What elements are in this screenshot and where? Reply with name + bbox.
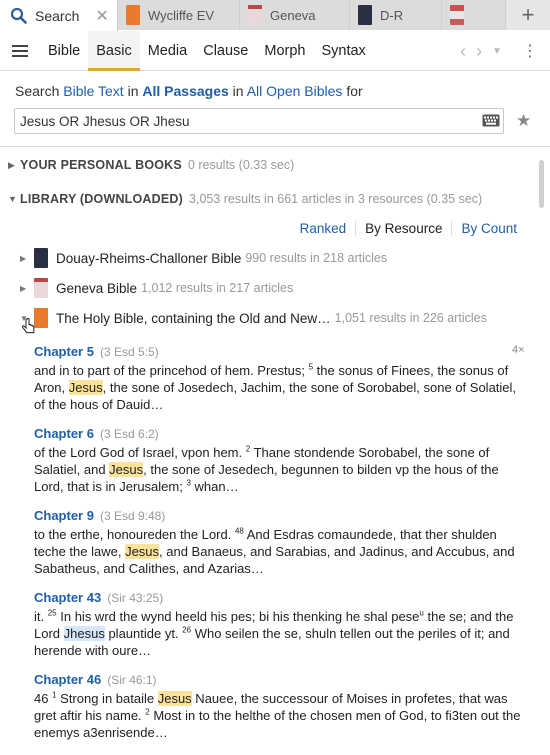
- hit-text: 46 1 Strong in bataile Jesus Nauee, the …: [34, 690, 521, 740]
- chapter-link[interactable]: Chapter 46: [34, 671, 101, 688]
- add-tab-button[interactable]: +: [506, 0, 550, 30]
- section-meta: 3,053 results in 661 articles in 3 resou…: [189, 192, 483, 206]
- tab-wycliffe[interactable]: Wycliffe EV: [118, 0, 240, 30]
- collapsed-triangle-icon: ▶: [8, 159, 15, 170]
- search-books-link[interactable]: All Open Bibles: [247, 83, 343, 99]
- resource-meta: 990 results in 218 articles: [245, 251, 388, 265]
- book-cover-icon: [358, 5, 372, 25]
- more-options-icon[interactable]: ⋮: [522, 41, 538, 61]
- search-scope-line: Search Bible Text in All Passages in All…: [15, 83, 363, 99]
- result-hit[interactable]: Chapter 5 (3 Esd 5:5) and in to part of …: [34, 343, 524, 413]
- tab-bar: Search ✕ Wycliffe EV Geneva D-R +: [0, 0, 550, 31]
- hit-text: and in to part of the princehod of hem. …: [34, 362, 517, 412]
- search-mode-toolbar: Bible Basic Media Clause Morph Syntax ‹ …: [0, 30, 550, 71]
- back-arrow-icon[interactable]: ‹: [460, 41, 466, 62]
- tab-unnamed-book[interactable]: [442, 0, 506, 30]
- divider: [0, 146, 550, 147]
- tab-morph[interactable]: Morph: [256, 31, 313, 71]
- search-input[interactable]: [14, 108, 504, 134]
- resource-row-douay-rheims[interactable]: ▶ Douay-Rheims-Challoner Bible 990 resul…: [20, 248, 387, 268]
- chapter-link[interactable]: Chapter 43: [34, 589, 101, 606]
- search-in-1: in: [127, 83, 139, 99]
- match-highlight: Jhesus: [63, 626, 105, 641]
- match-highlight: Jesus: [125, 544, 160, 559]
- verse-number: 48: [234, 526, 244, 536]
- forward-arrow-icon[interactable]: ›: [476, 41, 482, 62]
- collapsed-triangle-icon: ▶: [20, 253, 27, 263]
- menu-button[interactable]: [0, 31, 40, 71]
- section-personal-books[interactable]: ▶ YOUR PERSONAL BOOKS 0 results (0.33 se…: [8, 158, 294, 172]
- tab-clause[interactable]: Clause: [195, 31, 256, 71]
- sort-by-count-button[interactable]: By Count: [451, 221, 526, 236]
- match-highlight: Jesus: [157, 691, 192, 706]
- tab-search-label: Search: [35, 7, 80, 24]
- search-suffix: for: [346, 83, 363, 99]
- book-cover-icon: [34, 308, 48, 328]
- book-cover-icon: [248, 5, 262, 25]
- search-kind-link[interactable]: Bible Text: [63, 83, 123, 99]
- history-dropdown-icon[interactable]: ▼: [492, 46, 502, 57]
- book-cover-icon: [34, 278, 48, 298]
- hamburger-icon: [12, 44, 28, 57]
- expanded-triangle-icon: ▼: [8, 194, 17, 204]
- keyboard-icon[interactable]: [482, 114, 500, 127]
- chapter-link[interactable]: Chapter 5: [34, 343, 94, 360]
- resource-meta: 1,012 results in 217 articles: [141, 281, 294, 295]
- result-hit[interactable]: Chapter 6 (3 Esd 6:2) of the Lord God of…: [34, 425, 524, 495]
- hit-text: to the erthe, honoureden the Lord. 48 An…: [34, 526, 515, 576]
- result-hit[interactable]: Chapter 46 (Sir 46:1) 46 1 Strong in bat…: [34, 671, 524, 741]
- tab-geneva-label: Geneva: [270, 7, 316, 23]
- section-library[interactable]: ▼ LIBRARY (DOWNLOADED) 3,053 results in …: [8, 192, 482, 206]
- search-in-2: in: [232, 83, 244, 99]
- tab-wycliffe-label: Wycliffe EV: [148, 7, 215, 23]
- resource-name: Douay-Rheims-Challoner Bible: [56, 250, 242, 266]
- verse-number: 26: [182, 625, 192, 635]
- resource-meta: 1,051 results in 226 articles: [334, 311, 487, 325]
- tab-bible[interactable]: Bible: [40, 31, 88, 71]
- hit-text: of the Lord God of Israel, vpon hem. 2 T…: [34, 444, 499, 494]
- resource-row-geneva[interactable]: ▶ Geneva Bible 1,012 results in 217 arti…: [20, 278, 293, 298]
- tab-syntax[interactable]: Syntax: [313, 31, 373, 71]
- book-cover-icon: [450, 5, 464, 25]
- tab-geneva[interactable]: Geneva: [240, 0, 350, 30]
- favorite-star-icon[interactable]: ★: [516, 111, 531, 131]
- result-hit[interactable]: Chapter 43 (Sir 43:25) it. 25 In his wrd…: [34, 589, 524, 659]
- close-icon[interactable]: ✕: [95, 6, 108, 26]
- tab-douay-rheims[interactable]: D-R: [350, 0, 442, 30]
- magnifier-icon: [10, 7, 27, 24]
- match-highlight: Jesus: [68, 380, 103, 395]
- tab-dr-label: D-R: [380, 7, 404, 23]
- section-title: YOUR PERSONAL BOOKS: [20, 158, 182, 172]
- hit-text: it. 25 In his wrd the wynd heeld his pes…: [34, 608, 514, 658]
- resource-row-wycliffe[interactable]: ▼ The Holy Bible, containing the Old and…: [20, 308, 487, 328]
- sort-ranked-button[interactable]: Ranked: [291, 221, 356, 236]
- sort-options: Ranked By Resource By Count: [291, 221, 526, 236]
- verse-reference: (Sir 46:1): [107, 673, 157, 687]
- result-hit[interactable]: Chapter 9 (3 Esd 9:48) to the erthe, hon…: [34, 507, 524, 577]
- vertical-scrollbar[interactable]: [539, 160, 544, 208]
- tab-search[interactable]: Search ✕: [0, 0, 118, 31]
- chapter-link[interactable]: Chapter 9: [34, 507, 94, 524]
- section-meta: 0 results (0.33 sec): [187, 158, 295, 172]
- resource-name: Geneva Bible: [56, 280, 138, 296]
- section-title: LIBRARY (DOWNLOADED): [20, 192, 184, 206]
- hand-cursor-icon: [22, 318, 35, 334]
- verse-reference: (3 Esd 6:2): [99, 427, 159, 441]
- book-cover-icon: [126, 5, 140, 25]
- search-range-link[interactable]: All Passages: [142, 83, 228, 99]
- verse-reference: (3 Esd 9:48): [99, 509, 166, 523]
- sort-by-resource-button[interactable]: By Resource: [355, 221, 451, 236]
- match-highlight: Jesus: [109, 462, 144, 477]
- verse-reference: (Sir 43:25): [107, 591, 164, 605]
- chapter-link[interactable]: Chapter 6: [34, 425, 94, 442]
- collapsed-triangle-icon: ▶: [20, 283, 27, 293]
- search-prefix: Search: [15, 83, 60, 99]
- tab-basic[interactable]: Basic: [88, 30, 140, 71]
- verse-number: 25: [47, 608, 57, 618]
- book-cover-icon: [34, 248, 48, 268]
- resource-name: The Holy Bible, containing the Old and N…: [56, 310, 331, 326]
- verse-reference: (3 Esd 5:5): [99, 345, 159, 359]
- tab-media[interactable]: Media: [140, 31, 196, 71]
